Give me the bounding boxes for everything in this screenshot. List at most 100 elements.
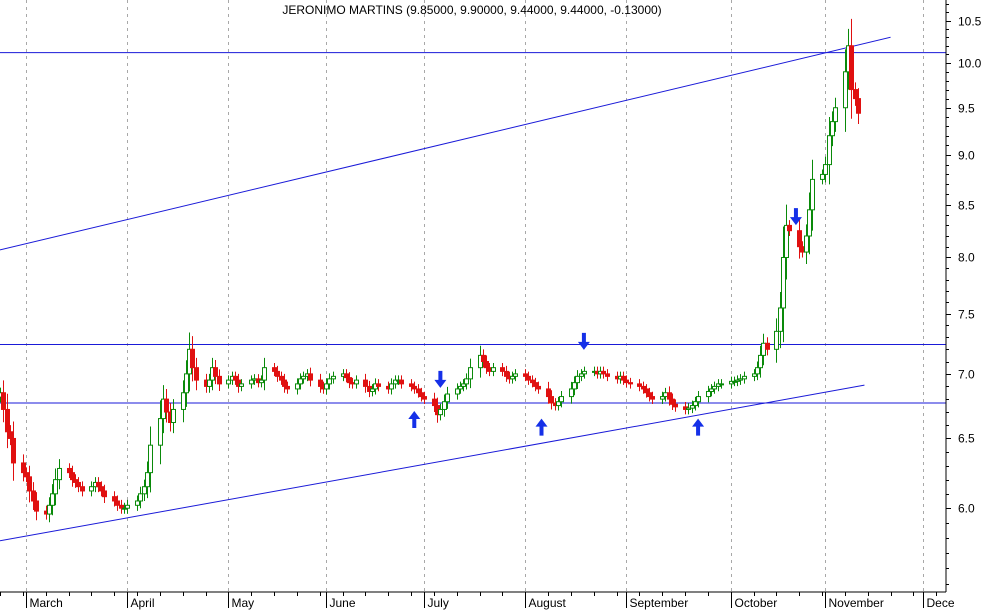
candle-body (142, 486, 147, 495)
candle-body (569, 388, 574, 398)
candle-body (559, 396, 564, 403)
candle-body (21, 462, 26, 474)
candle-body (647, 392, 652, 398)
y-tick-label: 10.5 (958, 15, 982, 29)
candle-body (344, 373, 349, 379)
candle-body (308, 373, 313, 381)
candle-body (50, 493, 55, 506)
candle-body (213, 367, 218, 377)
candle-body (89, 486, 94, 492)
candle-body (279, 375, 284, 381)
candle-body (572, 382, 577, 390)
x-axis: March April May June July August September Octo… (0, 592, 955, 610)
candle-body (347, 377, 352, 384)
candle-body (853, 89, 858, 100)
candle-body (416, 388, 421, 394)
candle-body (57, 467, 62, 481)
candle-body (696, 396, 701, 403)
candle-body (628, 382, 633, 385)
candle-body (787, 224, 792, 232)
candle-body (350, 382, 355, 385)
candle-body (207, 379, 212, 387)
candle-body (693, 401, 698, 407)
candle-body (422, 396, 427, 400)
candle-body (464, 378, 469, 385)
y-tick-label: 8.5 (958, 199, 975, 213)
y-tick-label: 10.0 (958, 57, 982, 71)
candle-body (755, 367, 760, 375)
y-tick-label: 7.5 (958, 308, 975, 322)
candle-body (778, 307, 783, 332)
candle-body (70, 472, 75, 481)
candle-body (11, 437, 16, 464)
candle-body (399, 379, 404, 385)
candle-body (125, 504, 130, 509)
candle-body (455, 388, 460, 395)
y-tick-label: 8.0 (958, 251, 975, 265)
candle-body (5, 408, 10, 433)
candle-body (706, 390, 711, 398)
candle-body (275, 370, 280, 377)
candle-body (412, 385, 417, 390)
candle-body (504, 370, 509, 377)
candle-body (226, 379, 231, 385)
candle-body (823, 164, 828, 175)
candle-body (742, 375, 747, 380)
candle-body (833, 107, 838, 123)
candle-body (549, 396, 554, 404)
candle-body (181, 392, 186, 410)
candle-body (644, 388, 649, 394)
candle-body (827, 135, 832, 166)
stock-chart: 6.0 6.5 7.0 7.5 8.0 8.5 9.0 9.5 10.0 10.5 March Ap… (0, 0, 994, 610)
candle-body (34, 500, 39, 512)
candle-body (807, 209, 812, 237)
candle-body (249, 379, 254, 385)
candle-body (670, 398, 675, 405)
candle-body (376, 383, 381, 387)
candle-body (158, 418, 163, 446)
candle-body (774, 330, 779, 350)
candle-body (719, 383, 724, 386)
candle-body (184, 373, 189, 394)
x-tick-label: Dece (927, 596, 955, 610)
candle-body (233, 375, 238, 381)
candle-body (601, 370, 606, 375)
candle-body (239, 383, 244, 387)
plot-area (0, 0, 946, 592)
candle-body (164, 398, 169, 413)
x-tick-label: July (428, 596, 449, 610)
x-tick-label: September (630, 596, 689, 610)
candle-body (810, 178, 815, 211)
candle-body (331, 375, 336, 380)
candle-body (487, 367, 492, 372)
candle-body (80, 486, 85, 492)
y-tick-label: 9.5 (958, 102, 975, 116)
candle-body (96, 481, 101, 488)
candle-body (282, 379, 287, 387)
candle-body (47, 504, 52, 515)
candle-body (481, 354, 486, 363)
candle-body (389, 383, 394, 390)
candle-body (663, 392, 668, 398)
candle-body (67, 467, 72, 474)
candle-body (295, 383, 300, 390)
y-tick-label: 7.0 (958, 368, 975, 382)
candle-body (135, 500, 140, 506)
candle-body (849, 45, 854, 91)
candle-body (533, 382, 538, 387)
candle-body (484, 361, 489, 369)
candle-body (491, 367, 496, 372)
candle-body (419, 392, 424, 398)
candle-body (526, 375, 531, 381)
y-axis: 6.0 6.5 7.0 7.5 8.0 8.5 9.0 9.5 10.0 10.5 (946, 4, 982, 585)
candle-body (31, 490, 36, 502)
candle-body (171, 408, 176, 424)
candle-body (324, 383, 329, 390)
candle-body (318, 379, 323, 387)
chart-title: JERONIMO MARTINS (9.85000, 9.90000, 9.44… (282, 3, 661, 17)
candle-body (301, 375, 306, 380)
candle-body (637, 383, 642, 387)
candle-body (556, 401, 561, 407)
candle-body (262, 367, 267, 381)
candle-body (686, 407, 691, 410)
